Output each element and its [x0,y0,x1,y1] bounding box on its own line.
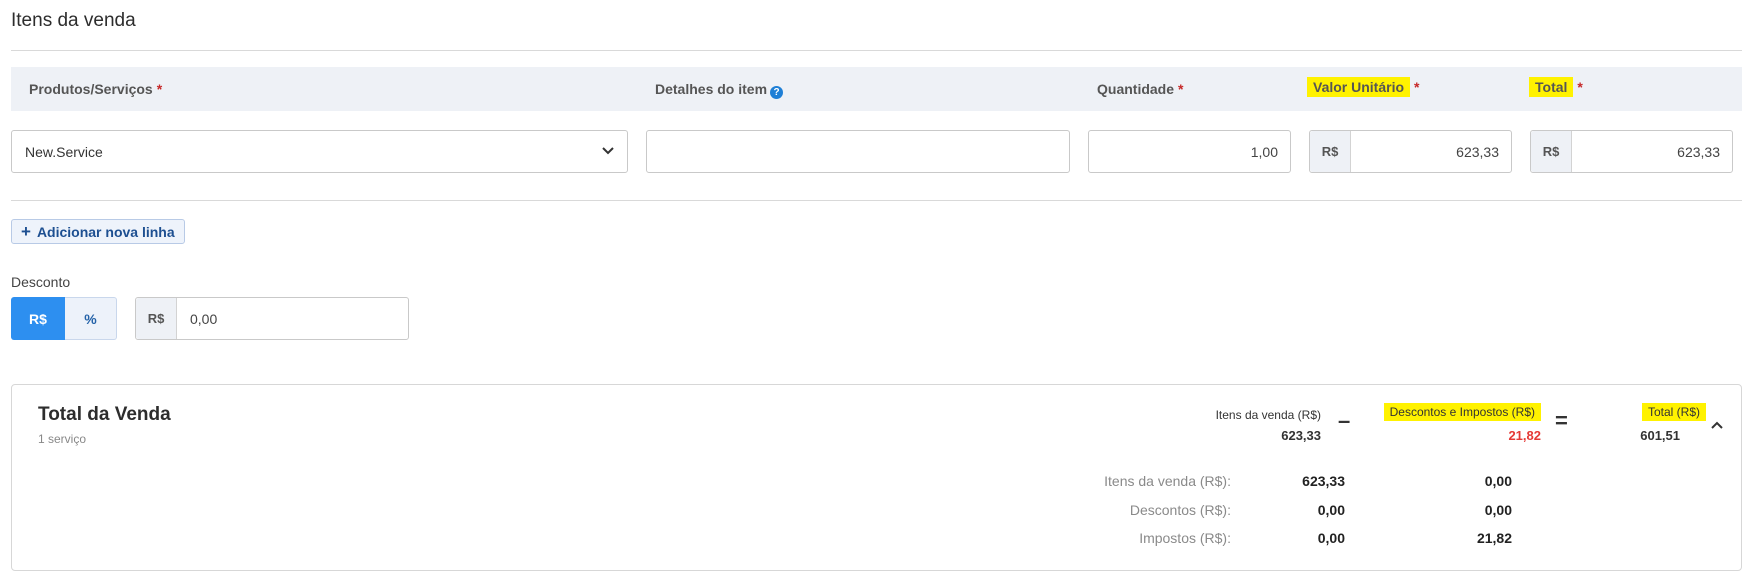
summary-title: Total da Venda [38,404,171,425]
required-mark: * [1577,79,1583,95]
summary-total-text: Total (R$) [1641,403,1706,421]
divider [11,50,1742,51]
breakdown-label: Itens da venda (R$): [1104,473,1231,489]
required-mark: * [1178,81,1184,97]
required-mark: * [1414,79,1420,95]
column-header-products-label: Produtos/Serviços [29,81,153,97]
breakdown-value: 0,00 [1317,502,1345,518]
summary-items-label: Itens da venda (R$) [1215,408,1321,422]
summary-disc-tax-text: Descontos e Impostos (R$) [1383,403,1541,421]
quantity-input[interactable]: 1,00 [1088,130,1291,173]
items-table-header [11,67,1742,111]
unit-value-value: 623,33 [1456,144,1499,160]
column-header-quantity: Quantidade * [1097,81,1183,97]
summary-disc-tax-label: Descontos e Impostos (R$) [1383,403,1541,421]
column-header-details: Detalhes do item? [655,81,784,99]
breakdown-value: 0,00 [1484,502,1512,518]
discount-mode-currency-button[interactable]: R$ [11,297,65,340]
breakdown-label: Impostos (R$): [1139,530,1231,546]
currency-prefix: R$ [1310,131,1351,172]
column-header-quantity-label: Quantidade [1097,81,1175,97]
currency-prefix: R$ [136,298,177,339]
required-mark: * [156,81,163,97]
summary-disc-tax-value: 21,82 [1508,428,1541,443]
total-input[interactable]: R$ 623,33 [1530,130,1733,173]
currency-prefix: R$ [1531,131,1572,172]
column-header-details-label: Detalhes do item [655,81,768,97]
item-details-input[interactable] [646,130,1070,173]
summary-subtitle: 1 serviço [38,432,87,446]
summary-items-value: 623,33 [1281,428,1321,443]
column-header-unit-value-label: Valor Unitário [1307,77,1411,97]
discount-label: Desconto [11,274,71,290]
breakdown-label: Descontos (R$): [1129,502,1231,518]
quantity-value: 1,00 [1250,144,1278,160]
divider [11,200,1742,201]
discount-value: 0,00 [190,311,218,327]
help-icon[interactable]: ? [770,86,784,99]
summary-total-label: Total (R$) [1641,403,1706,421]
add-line-button[interactable]: + Adicionar nova linha [11,219,185,244]
breakdown-value: 21,82 [1476,530,1512,546]
column-header-products: Produtos/Serviços * [29,81,162,97]
unit-value-input[interactable]: R$ 623,33 [1309,130,1512,173]
equals-operator: = [1555,408,1568,433]
summary-total-value: 601,51 [1640,428,1680,443]
product-select-value: New.Service [25,144,103,160]
column-header-total: Total * [1529,77,1583,97]
total-value: 623,33 [1677,144,1720,160]
plus-icon: + [21,221,31,241]
chevron-up-icon[interactable] [1708,416,1726,434]
column-header-unit-value: Valor Unitário * [1307,77,1420,97]
breakdown-value: 0,00 [1317,530,1345,546]
breakdown-value: 623,33 [1302,473,1345,489]
column-header-total-label: Total [1529,77,1574,97]
section-title: Itens da venda [11,10,136,31]
chevron-down-icon [602,147,614,155]
product-select[interactable]: New.Service [11,130,628,173]
discount-input[interactable]: R$ 0,00 [135,297,409,340]
breakdown-value: 0,00 [1484,473,1512,489]
minus-operator: – [1338,408,1351,433]
discount-mode-percent-button[interactable]: % [65,297,117,340]
add-line-label: Adicionar nova linha [36,223,175,240]
